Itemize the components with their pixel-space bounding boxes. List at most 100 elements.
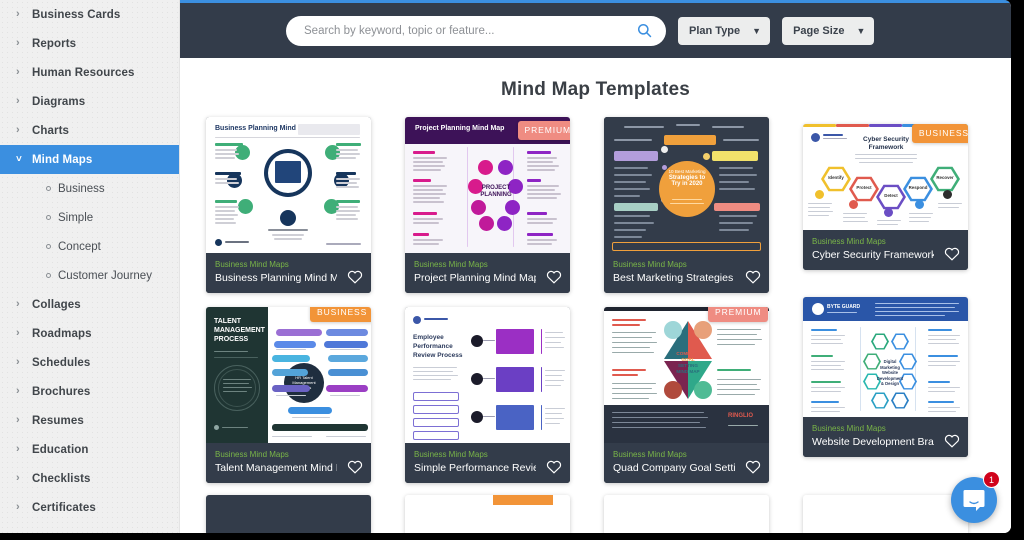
card-category: Business Mind Maps [812, 424, 886, 433]
chevron-right-icon: › [16, 327, 20, 339]
chevron-right-icon: › [16, 37, 20, 49]
heart-outline-icon[interactable] [546, 459, 562, 474]
card-title: Best Marketing Strategies Min... [613, 272, 735, 284]
search-input[interactable] [304, 24, 624, 37]
template-card[interactable]: BUSINESS Cyber Security Framework Identi… [803, 124, 968, 270]
card-title: Website Development Brainst... [812, 436, 934, 448]
template-thumbnail: COMPANY GOAL SETTING MIND MAP RINGLIO [604, 307, 769, 443]
template-card[interactable] [803, 495, 968, 533]
page-size-dropdown[interactable]: Page Size ▼ [782, 16, 875, 45]
sidebar-subitem-business[interactable]: Business [0, 174, 179, 203]
sidebar-item-mind-maps[interactable]: ˅ Mind Maps [0, 145, 179, 174]
card-footer: Business Mind Maps Best Marketing Strate… [604, 253, 769, 293]
topbar: Plan Type ▼ Page Size ▼ [180, 0, 1011, 58]
heart-outline-icon[interactable] [546, 269, 562, 284]
sidebar-item-label: Resumes [32, 414, 84, 427]
template-card[interactable]: BUSINESS TALENT MANAGEMENT PROCESS HR Ta… [206, 307, 371, 483]
chevron-right-icon: › [16, 356, 20, 368]
card-footer: Business Mind Maps Business Planning Min… [206, 253, 371, 293]
template-thumbnail: BYTE GUARD Digital Marketing Website Dev… [803, 297, 968, 417]
search-icon[interactable] [637, 23, 652, 38]
page-title: Mind Map Templates [500, 79, 691, 100]
card-category: Business Mind Maps [414, 260, 488, 269]
chevron-right-icon: › [16, 124, 20, 136]
sidebar-item-label: Checklists [32, 472, 91, 485]
template-thumbnail: 10 Best Marketing Strategies to Try in 202… [604, 117, 769, 253]
chevron-right-icon: › [16, 443, 20, 455]
card-category: Business Mind Maps [613, 260, 687, 269]
card-category: Business Mind Maps [613, 450, 687, 459]
card-title: Cyber Security Framework Min... [812, 249, 934, 261]
heart-outline-icon[interactable] [944, 433, 960, 448]
sidebar-item-label: Mind Maps [32, 153, 93, 166]
sidebar-item-label: Certificates [32, 501, 96, 514]
chat-unread-badge: 1 [983, 471, 1000, 488]
sidebar-subitem-simple[interactable]: Simple [0, 203, 179, 232]
heart-outline-icon[interactable] [347, 459, 363, 474]
chevron-right-icon: › [16, 95, 20, 107]
sidebar-subitem-concept[interactable]: Concept [0, 232, 179, 261]
sidebar-item-schedules[interactable]: › Schedules [0, 348, 179, 377]
sidebar-item-label: Diagrams [32, 95, 86, 108]
chevron-down-icon: ▼ [752, 25, 762, 36]
card-category: Business Mind Maps [414, 450, 488, 459]
sidebar-subitem-label: Business [58, 182, 105, 195]
sidebar-item-education[interactable]: › Education [0, 435, 179, 464]
sidebar-subitem-customer-journey[interactable]: Customer Journey [0, 261, 179, 290]
sidebar-item-checklists[interactable]: › Checklists [0, 464, 179, 493]
chevron-right-icon: › [16, 501, 20, 513]
heart-outline-icon[interactable] [745, 459, 761, 474]
card-footer: Business Mind Maps Quad Company Goal Set… [604, 443, 769, 483]
sidebar-item-diagrams[interactable]: › Diagrams [0, 87, 179, 116]
template-thumbnail: Employee Performance Review Process [405, 307, 570, 443]
chevron-right-icon: › [16, 414, 20, 426]
chevron-right-icon: › [16, 66, 20, 78]
chevron-right-icon: › [16, 8, 20, 20]
sidebar-item-certificates[interactable]: › Certificates [0, 493, 179, 522]
plan-type-label: Plan Type [689, 24, 741, 37]
badge-premium: PREMIUM [708, 307, 769, 322]
template-card[interactable] [405, 495, 570, 533]
template-card[interactable] [604, 495, 769, 533]
sidebar-item-label: Brochures [32, 385, 91, 398]
chevron-down-icon: ▼ [856, 25, 866, 36]
heart-outline-icon[interactable] [347, 269, 363, 284]
card-title: Talent Management Mind Map [215, 462, 337, 474]
sidebar-item-label: Education [32, 443, 89, 456]
sidebar-item-reports[interactable]: › Reports [0, 29, 179, 58]
card-footer: Business Mind Maps Simple Performance Re… [405, 443, 570, 483]
chevron-down-icon: ˅ [16, 153, 22, 165]
bullet-circle-icon [46, 244, 51, 249]
sidebar[interactable]: › Business Cards › Reports › Human Resou… [0, 0, 180, 533]
card-category: Business Mind Maps [215, 260, 289, 269]
card-footer: Business Mind Maps Website Development B… [803, 417, 968, 457]
bullet-circle-icon [46, 215, 51, 220]
template-card[interactable] [206, 495, 371, 533]
template-card[interactable]: Employee Performance Review Process Busi… [405, 307, 570, 483]
plan-type-dropdown[interactable]: Plan Type ▼ [678, 16, 771, 45]
sidebar-item-business-cards[interactable]: › Business Cards [0, 0, 179, 29]
main-content: Mind Map Templates Business Planning Min… [180, 58, 1011, 533]
sidebar-item-brochures[interactable]: › Brochures [0, 377, 179, 406]
card-category: Business Mind Maps [812, 237, 886, 246]
template-card[interactable]: PREMIUM COMPANY GOAL SETTING MIND MAP RI… [604, 307, 769, 483]
sidebar-item-human-resources[interactable]: › Human Resources [0, 58, 179, 87]
heart-outline-icon[interactable] [944, 246, 960, 261]
template-card[interactable]: Business Planning Mind Map Business Mind… [206, 117, 371, 293]
template-thumbnail: Business Planning Mind Map [206, 117, 371, 253]
search-bar[interactable] [286, 15, 666, 46]
card-title: Project Planning Mind Map [414, 272, 536, 284]
sidebar-item-label: Roadmaps [32, 327, 92, 340]
sidebar-item-collages[interactable]: › Collages [0, 290, 179, 319]
sidebar-item-roadmaps[interactable]: › Roadmaps [0, 319, 179, 348]
sidebar-item-charts[interactable]: › Charts [0, 116, 179, 145]
heart-outline-icon[interactable] [745, 269, 761, 284]
template-card[interactable]: PREMIUM Project Planning Mind Map PROJEC… [405, 117, 570, 293]
template-card[interactable]: BYTE GUARD Digital Marketing Website Dev… [803, 297, 968, 457]
sidebar-item-resumes[interactable]: › Resumes [0, 406, 179, 435]
sidebar-subitem-label: Simple [58, 211, 94, 224]
template-card[interactable]: 10 Best Marketing Strategies to Try in 202… [604, 117, 769, 293]
card-title: Business Planning Mind Map [215, 272, 337, 284]
sidebar-subitem-label: Concept [58, 240, 101, 253]
chevron-right-icon: › [16, 298, 20, 310]
